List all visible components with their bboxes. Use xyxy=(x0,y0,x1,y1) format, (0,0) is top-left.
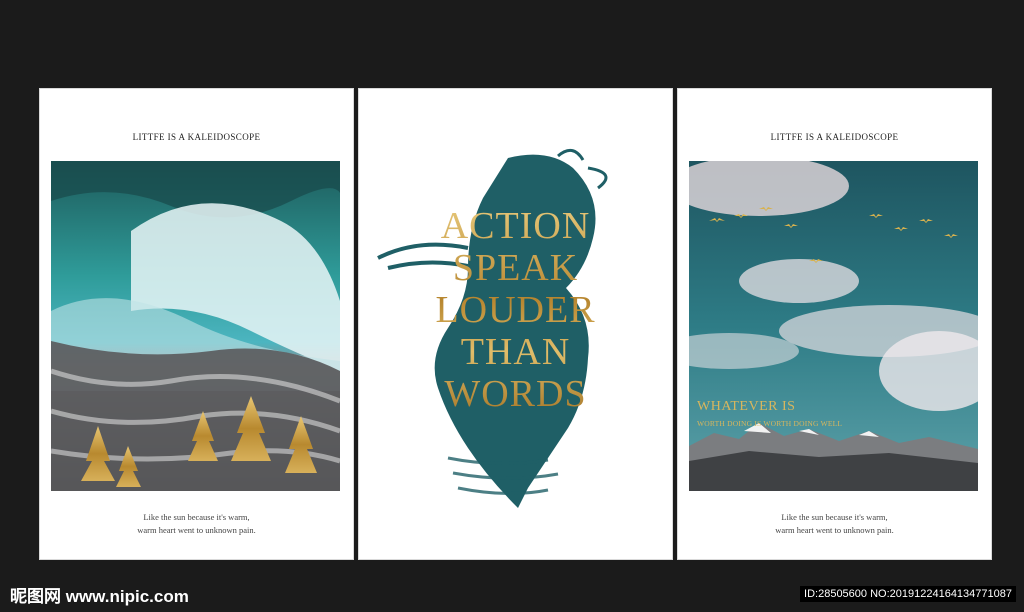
ocean-wave-image xyxy=(51,161,340,491)
quote-line-4: THAN xyxy=(460,331,571,373)
poster-caption: Like the sun because it's warm, warm hea… xyxy=(39,511,354,537)
poster-card-middle: ACTION SPEAK LOUDER THAN WORDS xyxy=(358,88,673,560)
ocean-wave-photo xyxy=(51,161,340,491)
poster-caption: Like the sun because it's warm, warm hea… xyxy=(677,511,992,537)
quote-line-1: ACTION xyxy=(440,205,591,247)
quote-line-2: SPEAK xyxy=(452,247,579,289)
quote-line-3: LOUDER xyxy=(435,289,596,331)
watermark-id: ID:28505600 NO:20191224164134771087 xyxy=(800,586,1016,602)
watermark-logo: 昵图网 www.nipic.com xyxy=(10,587,189,606)
quote-text: ACTION SPEAK LOUDER THAN WORDS xyxy=(358,205,673,415)
overlay-subtitle: WORTH DOING IS WORTH DOING WELL xyxy=(697,419,843,428)
sky-mountain-image xyxy=(689,161,978,491)
quote-line-5: WORDS xyxy=(444,373,587,415)
caption-line-1: Like the sun because it's warm, xyxy=(143,512,250,522)
caption-line-2: warm heart went to unknown pain. xyxy=(137,525,256,535)
caption-line-2: warm heart went to unknown pain. xyxy=(775,525,894,535)
sky-mountain-photo: WHATEVER IS WORTH DOING IS WORTH DOING W… xyxy=(689,161,978,491)
overlay-title: WHATEVER IS xyxy=(697,399,796,414)
caption-line-1: Like the sun because it's warm, xyxy=(781,512,888,522)
poster-title: LITTFE IS A KALEIDOSCOPE xyxy=(770,132,899,142)
poster-card-left: LITTFE IS A KALEIDOSCOPE Like the sun be… xyxy=(39,88,354,560)
poster-title: LITTFE IS A KALEIDOSCOPE xyxy=(132,132,261,142)
poster-card-right: LITTFE IS A KALEIDOSCOPE WHATEVER IS WOR… xyxy=(677,88,992,560)
